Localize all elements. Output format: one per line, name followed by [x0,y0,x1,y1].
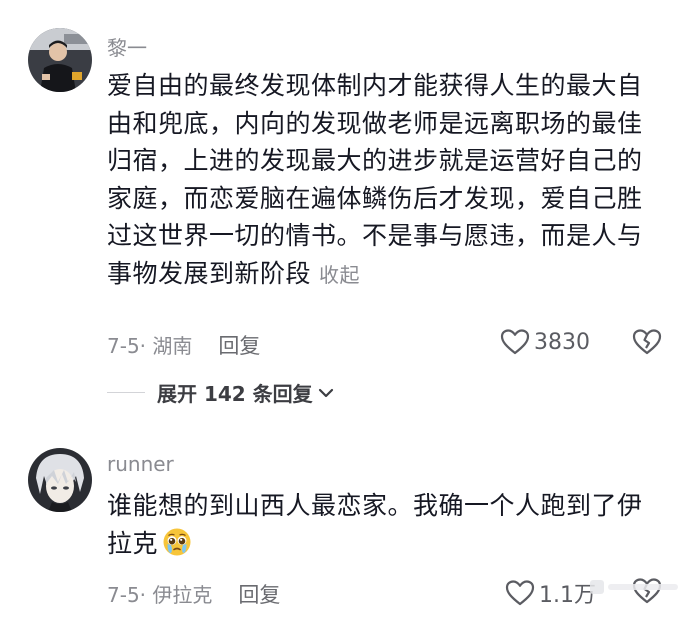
text-line: 事物发展到新阶段 收起 [107,255,667,295]
collapse-button[interactable]: 收起 [319,263,360,287]
like-count: 1.1万 [539,583,596,608]
reply-button[interactable]: 回复 [238,583,280,607]
like-button[interactable]: 1.1万 [505,577,596,609]
heart-outline-icon [500,329,530,355]
like-button[interactable]: 3830 [500,328,590,356]
comment-meta: 7-5· 湖南 回复 [107,330,260,360]
comment-text: 爱自由的最终发现体制内才能获得人生的最大自 由和兜底，内向的发现做老师是远离职场… [107,67,667,294]
text-line: 爱自由的最终发现体制内才能获得人生的最大自 [107,71,643,100]
text-line: 谁能想的到山西人最恋家。我确一个人跑到了伊 [107,491,643,520]
text-line: 家庭，而恋爱脑在遍体鳞伤后才发现，爱自己胜 [107,183,643,213]
chevron-down-icon [318,388,333,397]
reply-button[interactable]: 回复 [218,334,260,358]
expand-replies-label: 展开 142 条回复 [157,382,313,406]
like-count: 3830 [534,329,590,355]
text-line: 归宿，上进的发现最大的进步就是运营好自己的 [107,146,643,175]
dislike-button[interactable] [632,328,662,360]
username[interactable]: runner [107,452,174,476]
text-line: 过这世界一切的情书。不是事与愿违，而是人与 [107,221,643,250]
avatar[interactable] [28,28,92,92]
text-line: 由和兜底，内向的发现做老师是远离职场的最佳 [107,108,643,138]
divider-line [107,391,145,394]
watermark-icon [590,580,678,594]
text-line: 拉克 [107,525,667,563]
date-location: 7-5· 湖南 [107,334,193,358]
username[interactable]: 黎一 [107,32,147,61]
date-location: 7-5· 伊拉克 [107,583,213,607]
pleading-face-emoji-icon [163,528,191,555]
comment-item: 黎一 爱自由的最终发现体制内才能获得人生的最大自 由和兜底，内向的发现做老师是远… [0,0,690,420]
person-photo-avatar-icon [28,28,92,92]
text-line-content: 事物发展到新阶段 [107,258,312,288]
broken-heart-icon [632,329,662,355]
anime-character-avatar-icon [28,448,92,512]
comment-meta: 7-5· 伊拉克 回复 [107,579,280,609]
avatar[interactable] [28,448,92,512]
expand-replies-button[interactable]: 展开 142 条回复 [107,378,335,407]
heart-outline-icon [505,580,535,606]
comment-text: 谁能想的到山西人最恋家。我确一个人跑到了伊 拉克 [107,487,667,562]
comment-item: runner 谁能想的到山西人最恋家。我确一个人跑到了伊 拉克 7-5· 伊拉克… [0,420,690,617]
text-line-content: 拉克 [107,528,159,558]
